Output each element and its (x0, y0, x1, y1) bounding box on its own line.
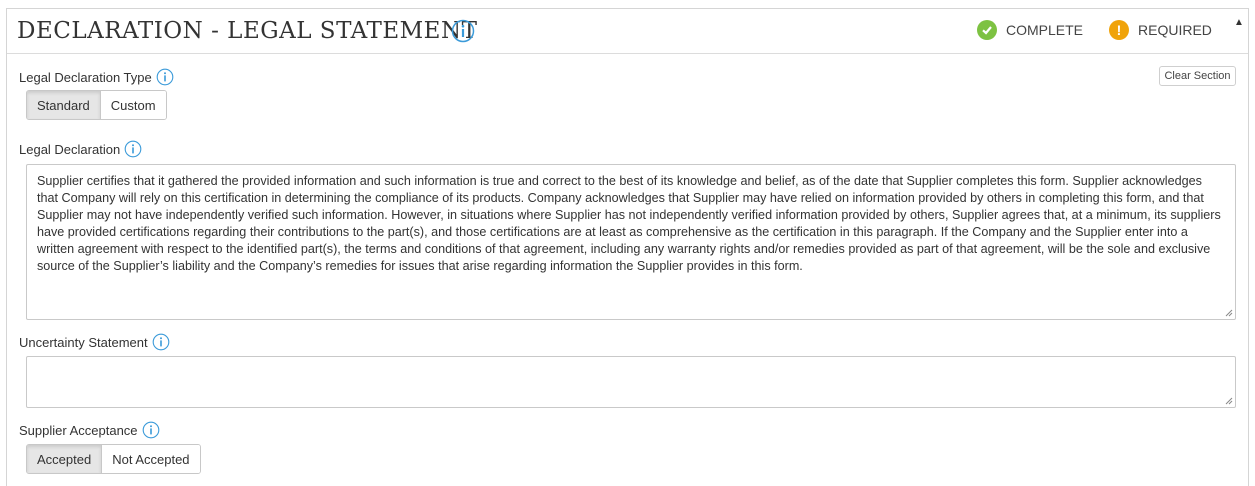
uncertainty-textarea[interactable] (26, 356, 1236, 408)
resize-grip-icon[interactable] (1225, 309, 1233, 317)
uncertainty-label-text: Uncertainty Statement (19, 334, 148, 350)
standard-option[interactable]: Standard (27, 91, 100, 119)
exclamation-circle-icon: ! (1109, 20, 1129, 40)
legal-statement-panel: DECLARATION - LEGAL STATEMENT COMPLETE !… (6, 8, 1249, 486)
legal-type-toggle: Standard Custom (26, 90, 167, 120)
info-icon[interactable] (152, 333, 170, 351)
legal-declaration-label: Legal Declaration (19, 140, 142, 158)
collapse-arrow-icon[interactable]: ▲ (1234, 17, 1244, 28)
info-icon[interactable] (142, 421, 160, 439)
info-icon[interactable] (124, 140, 142, 158)
legal-declaration-text: Supplier certifies that it gathered the … (37, 174, 1221, 273)
legal-declaration-textarea[interactable]: Supplier certifies that it gathered the … (26, 164, 1236, 320)
section-title: DECLARATION - LEGAL STATEMENT (17, 18, 478, 44)
custom-option[interactable]: Custom (99, 91, 166, 119)
info-icon[interactable] (451, 19, 475, 43)
legal-type-label-text: Legal Declaration Type (19, 69, 152, 85)
check-circle-icon (977, 20, 997, 40)
acceptance-label-text: Supplier Acceptance (19, 422, 138, 438)
acceptance-toggle: Accepted Not Accepted (26, 444, 201, 474)
acceptance-label: Supplier Acceptance (19, 421, 160, 439)
clear-section-button[interactable]: Clear Section (1159, 66, 1236, 86)
legal-declaration-label-text: Legal Declaration (19, 141, 121, 157)
not-accepted-option[interactable]: Not Accepted (101, 445, 200, 473)
uncertainty-label: Uncertainty Statement (19, 333, 170, 351)
section-header: DECLARATION - LEGAL STATEMENT COMPLETE !… (7, 9, 1248, 54)
legal-type-label: Legal Declaration Type (19, 68, 174, 86)
info-icon[interactable] (156, 68, 174, 86)
required-status: ! REQUIRED (1109, 20, 1212, 40)
accepted-option[interactable]: Accepted (27, 445, 102, 473)
complete-status: COMPLETE (977, 20, 1083, 40)
required-label: REQUIRED (1138, 22, 1212, 38)
complete-label: COMPLETE (1006, 22, 1084, 38)
resize-grip-icon[interactable] (1225, 397, 1233, 405)
